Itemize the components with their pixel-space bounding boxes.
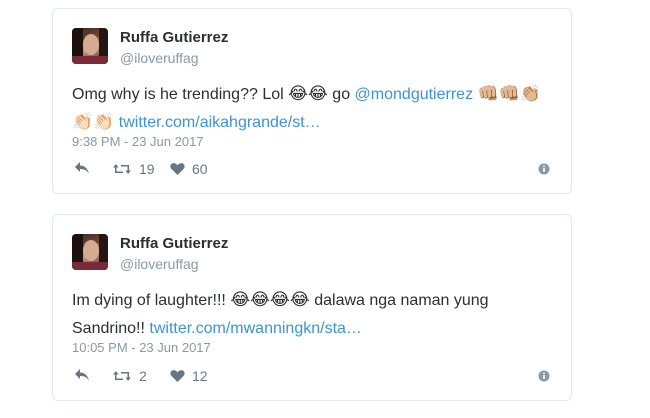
- clap-emoji: 👏🏻👏🏻: [72, 112, 115, 131]
- fist-clap-emoji: 👊🏼👊🏼👏🏼: [477, 84, 542, 103]
- action-bar: 19 60: [72, 161, 552, 179]
- retweet-button[interactable]: 19: [112, 161, 155, 177]
- laughing-emoji: 😂😂: [288, 84, 328, 103]
- tweet-text-part: Im dying of laughter!!!: [72, 292, 231, 309]
- author-name[interactable]: Ruffa Gutierrez: [120, 235, 228, 252]
- avatar-shirt: [72, 262, 108, 270]
- tweet-text: Im dying of laughter!!! 😂😂😂😂 dalawa nga …: [72, 287, 552, 343]
- tweet-text: Omg why is he trending?? Lol 😂😂 go @mond…: [72, 81, 552, 137]
- avatar-shirt: [72, 56, 108, 64]
- more-button[interactable]: [538, 369, 550, 385]
- action-bar: 2 12: [72, 368, 552, 386]
- avatar-face: [83, 34, 99, 55]
- info-icon: [538, 163, 550, 175]
- retweet-count: 2: [139, 368, 147, 384]
- tweet-card[interactable]: Ruffa Gutierrez @iloveruffag Im dying of…: [52, 214, 572, 401]
- retweet-icon: [113, 371, 131, 381]
- info-icon: [538, 370, 550, 382]
- reply-button[interactable]: [74, 368, 90, 382]
- avatar[interactable]: [72, 28, 108, 64]
- tweet-text-part: go: [327, 86, 355, 103]
- retweet-icon: [113, 164, 131, 174]
- tweet-link[interactable]: twitter.com/mwanningkn/sta…: [149, 320, 362, 337]
- tweet-link[interactable]: twitter.com/aikahgrande/st…: [119, 114, 321, 131]
- author-handle[interactable]: @iloveruffag: [120, 256, 199, 272]
- retweet-count: 19: [139, 161, 155, 177]
- tweet-card[interactable]: Ruffa Gutierrez @iloveruffag Omg why is …: [52, 8, 572, 194]
- like-button[interactable]: 60: [170, 161, 208, 177]
- timestamp[interactable]: 9:38 PM - 23 Jun 2017: [72, 134, 204, 149]
- heart-icon: [170, 370, 185, 382]
- timestamp[interactable]: 10:05 PM - 23 Jun 2017: [72, 340, 211, 355]
- mention-link[interactable]: @mondgutierrez: [355, 86, 474, 103]
- reply-icon: [75, 369, 89, 381]
- tweet-text-part: Omg why is he trending?? Lol: [72, 86, 289, 103]
- avatar-face: [83, 240, 99, 261]
- like-count: 60: [192, 161, 208, 177]
- author-handle[interactable]: @iloveruffag: [120, 50, 199, 66]
- reply-button[interactable]: [74, 161, 90, 175]
- like-button[interactable]: 12: [170, 368, 208, 384]
- reply-icon: [75, 162, 89, 174]
- retweet-button[interactable]: 2: [112, 368, 147, 384]
- author-name[interactable]: Ruffa Gutierrez: [120, 29, 228, 46]
- laughing-emoji: 😂😂😂😂: [230, 290, 310, 309]
- more-button[interactable]: [538, 162, 550, 178]
- avatar[interactable]: [72, 234, 108, 270]
- heart-icon: [170, 163, 185, 175]
- like-count: 12: [192, 368, 208, 384]
